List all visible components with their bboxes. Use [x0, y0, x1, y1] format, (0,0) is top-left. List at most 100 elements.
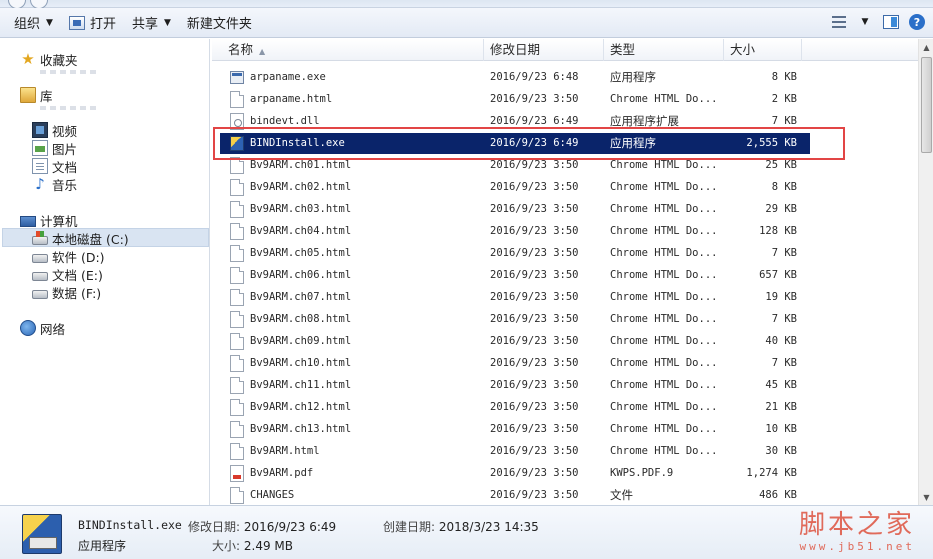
organize-label: 组织 [14, 17, 41, 32]
file-type: Chrome HTML Do... [610, 401, 718, 413]
file-row[interactable]: Bv9ARM.ch08.html 2016/9/23 3:50 Chrome HTM… [220, 309, 810, 330]
html-file-icon [230, 421, 244, 438]
share-label: 共享 [131, 17, 158, 32]
column-header-date[interactable]: 修改日期 [484, 39, 604, 61]
file-row[interactable]: Bv9ARM.ch04.html 2016/9/23 3:50 Chrome HTM… [220, 221, 810, 242]
nav-item-documents[interactable]: 文档 [32, 157, 77, 175]
details-type: 应用程序 [78, 539, 127, 553]
file-row-selected[interactable]: BINDInstall.exe 2016/9/23 6:49 应用程序 2,555 K… [220, 133, 810, 154]
new-folder-button[interactable]: 新建文件夹 [179, 11, 260, 35]
share-button[interactable]: 共享 ▼ [124, 11, 179, 35]
column-header-name[interactable]: 名称 ▲ [222, 39, 484, 61]
address-bar-edge [0, 0, 933, 9]
file-name: BINDInstall.exe [250, 137, 345, 149]
open-button[interactable]: 打开 [61, 11, 124, 35]
file-row[interactable]: Bv9ARM.ch03.html 2016/9/23 3:50 Chrome HTM… [220, 199, 810, 220]
file-row[interactable]: Bv9ARM.pdf 2016/9/23 3:50 KWPS.PDF.9 1,274 … [220, 463, 810, 484]
command-bar: 组织 ▼ 打开 共享 ▼ 新建文件夹 ▼ ? [0, 8, 933, 38]
nav-drive-d[interactable]: 软件 (D:) [32, 247, 105, 265]
column-header-label: 修改日期 [490, 42, 541, 57]
file-row[interactable]: CHANGES 2016/9/23 3:50 文件 486 KB [220, 485, 810, 505]
file-date: 2016/9/23 3:50 [490, 335, 579, 347]
file-name: Bv9ARM.ch07.html [250, 291, 352, 303]
nav-drive-e[interactable]: 文档 (E:) [32, 265, 103, 283]
file-size: 30 KB [765, 445, 797, 457]
file-size: 8 KB [771, 71, 797, 83]
views-icon [832, 16, 846, 28]
file-date: 2016/9/23 3:50 [490, 401, 579, 413]
file-row[interactable]: Bv9ARM.ch13.html 2016/9/23 3:50 Chrome HTM… [220, 419, 810, 440]
html-file-icon [230, 399, 244, 416]
chevron-down-icon: ▼ [861, 17, 869, 27]
preview-pane-button[interactable] [881, 11, 901, 33]
organize-button[interactable]: 组织 ▼ [6, 11, 61, 35]
file-row[interactable]: Bv9ARM.ch07.html 2016/9/23 3:50 Chrome HTM… [220, 287, 810, 308]
change-view-button[interactable] [829, 11, 849, 33]
column-header-row: 名称 ▲ 修改日期 类型 大小 [212, 39, 918, 61]
file-row[interactable]: bindevt.dll 2016/9/23 6:49 应用程序扩展 7 KB [220, 111, 810, 132]
file-row[interactable]: Bv9ARM.ch05.html 2016/9/23 3:50 Chrome HTM… [220, 243, 810, 264]
file-name: Bv9ARM.html [250, 445, 320, 457]
file-row[interactable]: Bv9ARM.ch02.html 2016/9/23 3:50 Chrome HTM… [220, 177, 810, 198]
file-list-pane: 名称 ▲ 修改日期 类型 大小 arpaname.exe 2016/9/23 6:4… [212, 39, 918, 505]
nav-label: 收藏夹 [40, 52, 78, 68]
file-name: Bv9ARM.ch11.html [250, 379, 352, 391]
file-name: Bv9ARM.ch05.html [250, 247, 352, 259]
file-name: Bv9ARM.ch08.html [250, 313, 352, 325]
file-size: 657 KB [759, 269, 797, 281]
file-row[interactable]: Bv9ARM.ch12.html 2016/9/23 3:50 Chrome HTM… [220, 397, 810, 418]
file-row[interactable]: Bv9ARM.html 2016/9/23 3:50 Chrome HTML Do.… [220, 441, 810, 462]
file-date: 2016/9/23 6:49 [490, 137, 579, 149]
file-row[interactable]: Bv9ARM.ch06.html 2016/9/23 3:50 Chrome HTM… [220, 265, 810, 286]
column-header-size[interactable]: 大小 [724, 39, 802, 61]
column-header-type[interactable]: 类型 [604, 39, 724, 61]
file-row[interactable]: arpaname.exe 2016/9/23 6:48 应用程序 8 KB [220, 67, 810, 88]
file-size: 21 KB [765, 401, 797, 413]
file-date: 2016/9/23 3:50 [490, 247, 579, 259]
file-size: 7 KB [771, 247, 797, 259]
nav-drive-f[interactable]: 数据 (F:) [32, 283, 101, 301]
help-button[interactable]: ? [907, 11, 927, 33]
scroll-up-icon[interactable]: ▲ [919, 39, 933, 55]
scroll-thumb[interactable] [921, 57, 932, 153]
nav-item-videos[interactable]: 视频 [32, 121, 77, 139]
file-type: Chrome HTML Do... [610, 93, 718, 105]
file-date: 2016/9/23 3:50 [490, 357, 579, 369]
nav-network[interactable]: 网络 [20, 319, 65, 337]
view-controls: ▼ ? [823, 11, 927, 33]
nav-label: 文档 (E:) [52, 267, 103, 283]
file-size: 7 KB [771, 115, 797, 127]
file-type: 应用程序扩展 [610, 114, 679, 128]
file-row[interactable]: Bv9ARM.ch01.html 2016/9/23 3:50 Chrome HTM… [220, 155, 810, 176]
file-date: 2016/9/23 3:50 [490, 313, 579, 325]
nav-computer[interactable]: 计算机 [20, 211, 78, 229]
file-size: 10 KB [765, 423, 797, 435]
file-type: Chrome HTML Do... [610, 423, 718, 435]
file-date: 2016/9/23 3:50 [490, 291, 579, 303]
file-row[interactable]: Bv9ARM.ch10.html 2016/9/23 3:50 Chrome HTM… [220, 353, 810, 374]
nav-libraries[interactable]: 库 [20, 86, 53, 104]
file-row[interactable]: Bv9ARM.ch11.html 2016/9/23 3:50 Chrome HTM… [220, 375, 810, 396]
nav-drive-c[interactable]: 本地磁盘 (C:) [32, 229, 129, 247]
details-size-label: 大小: [212, 539, 241, 553]
html-file-icon [230, 355, 244, 372]
nav-favorites[interactable]: ★ 收藏夹 [20, 50, 78, 68]
scroll-down-icon[interactable]: ▼ [919, 489, 933, 505]
html-file-icon [230, 157, 244, 174]
file-row[interactable]: arpaname.html 2016/9/23 3:50 Chrome HTML D… [220, 89, 810, 110]
chevron-down-icon: ▼ [46, 17, 53, 28]
music-icon: ♪ [35, 175, 45, 193]
nav-item-pictures[interactable]: 图片 [32, 139, 77, 157]
file-name: arpaname.html [250, 93, 333, 105]
file-size: 7 KB [771, 313, 797, 325]
file-name: bindevt.dll [250, 115, 320, 127]
network-icon [20, 320, 36, 336]
vertical-scrollbar[interactable]: ▲ ▼ [918, 39, 933, 505]
view-options-button[interactable]: ▼ [855, 11, 875, 33]
file-type: Chrome HTML Do... [610, 225, 718, 237]
file-row[interactable]: Bv9ARM.ch09.html 2016/9/23 3:50 Chrome HTM… [220, 331, 810, 352]
nav-item-music[interactable]: ♪ 音乐 [32, 175, 77, 193]
details-modified-label: 修改日期: [188, 520, 241, 534]
file-type: 文件 [610, 488, 633, 502]
file-name: arpaname.exe [250, 71, 326, 83]
